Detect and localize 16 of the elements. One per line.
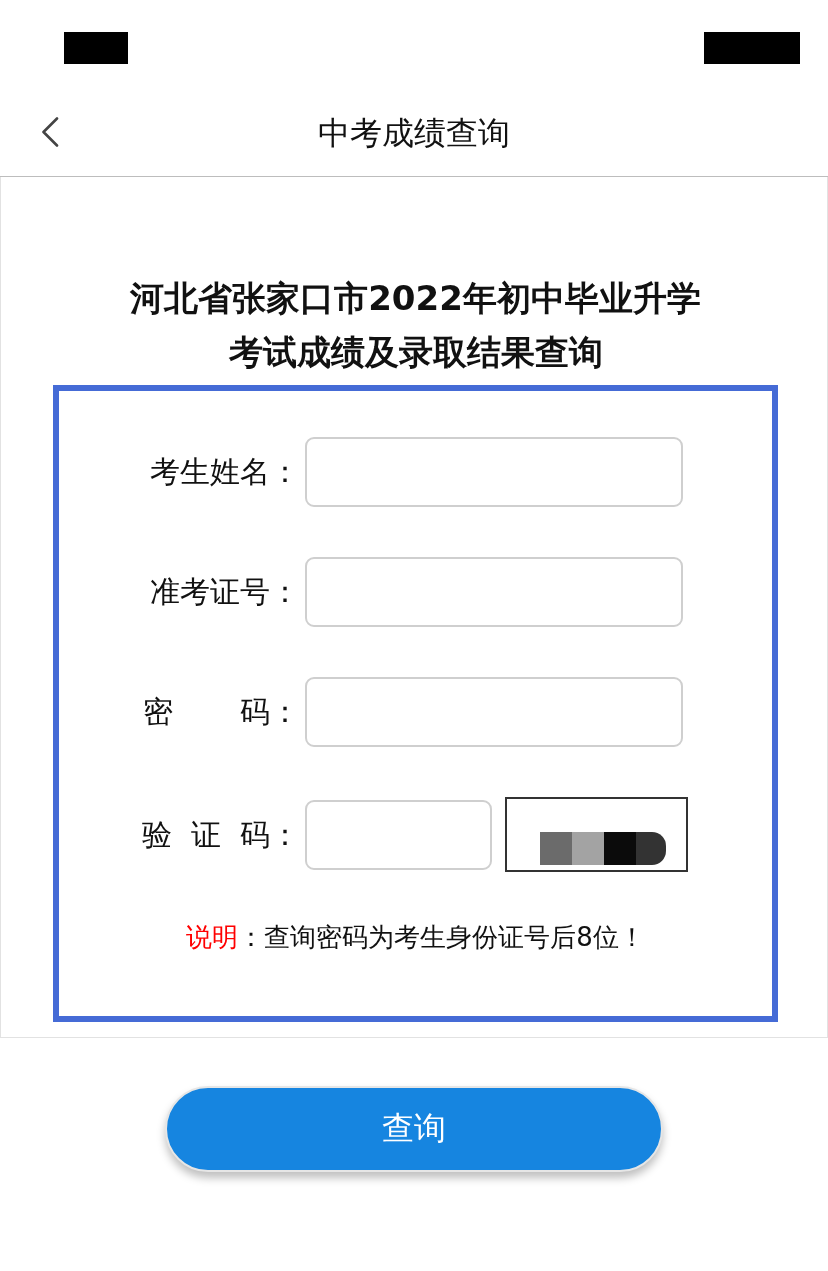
back-icon[interactable] xyxy=(41,117,59,147)
query-button[interactable]: 查询 xyxy=(165,1086,663,1172)
input-field[interactable] xyxy=(305,799,492,870)
page-title: 中考成绩查询 xyxy=(318,113,510,154)
input-field[interactable] xyxy=(305,557,683,627)
redacted-block xyxy=(64,32,128,64)
captcha-drawing[interactable] xyxy=(505,797,688,872)
note-text: 说明：查询密码为考生身份证号后8位！ xyxy=(186,921,645,954)
field-label: 验 证 码： xyxy=(140,815,300,854)
heading-text: 河北省张家口市2022年初中毕业升学 xyxy=(130,277,701,320)
field-label: 考生姓名： xyxy=(149,453,300,491)
field-label: 密 码： xyxy=(142,693,300,731)
heading-text: 考试成绩及录取结果查询 xyxy=(228,331,603,374)
field-label: 准考证号： xyxy=(149,573,300,611)
input-field[interactable] xyxy=(305,437,683,507)
input-field[interactable] xyxy=(305,677,683,747)
